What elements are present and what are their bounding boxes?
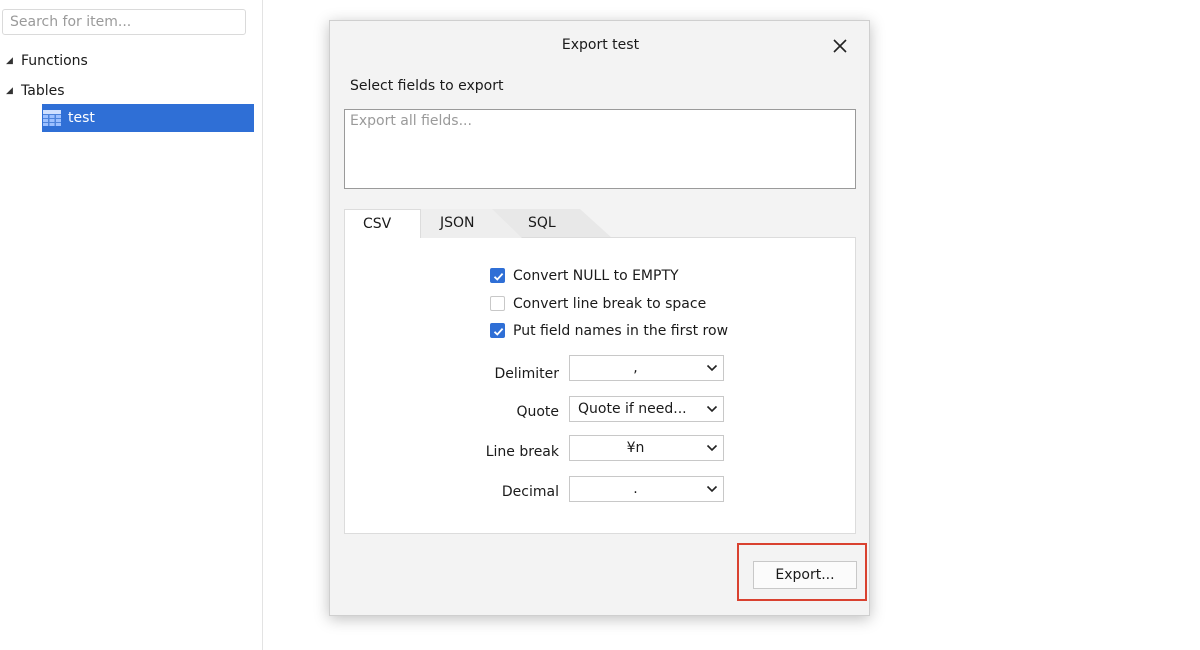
checkbox-checked-icon[interactable]: [490, 268, 505, 283]
tree-item-label: Tables: [21, 83, 65, 99]
csv-options-panel: Convert NULL to EMPTY Convert line break…: [344, 237, 856, 534]
tab-label: CSV: [363, 216, 392, 232]
decimal-select[interactable]: .: [569, 476, 724, 502]
line-break-select[interactable]: ¥n: [569, 435, 724, 461]
select-value: .: [633, 481, 638, 497]
convert-null-checkbox[interactable]: Convert NULL to EMPTY: [490, 266, 679, 286]
chevron-down-icon: [706, 405, 718, 413]
export-dialog: Export test Select fields to export Expo…: [329, 20, 870, 616]
quote-label: Quote: [516, 404, 559, 420]
quote-select[interactable]: Quote if need...: [569, 396, 724, 422]
tree-item-functions[interactable]: ◢ Functions: [6, 48, 88, 74]
chevron-down-icon: [706, 444, 718, 452]
checkbox-label: Convert line break to space: [513, 296, 707, 312]
checkbox-unchecked-icon[interactable]: [490, 296, 505, 311]
export-button[interactable]: Export...: [753, 561, 857, 589]
fields-placeholder: Export all fields...: [350, 113, 472, 129]
tree-item-label: Functions: [21, 53, 88, 69]
tree-item-test[interactable]: test: [42, 104, 254, 132]
tab-csv[interactable]: CSV: [344, 209, 421, 238]
table-icon: [43, 110, 61, 126]
tab-json[interactable]: JSON: [404, 209, 522, 238]
chevron-down-icon: [706, 364, 718, 372]
select-value: ,: [633, 360, 638, 376]
search-input[interactable]: [2, 9, 246, 35]
sidebar: ◢Functions ◢Tables test: [0, 0, 263, 650]
delimiter-label: Delimiter: [494, 366, 559, 382]
fields-label: Select fields to export: [350, 78, 504, 94]
delimiter-select[interactable]: ,: [569, 355, 724, 381]
expand-triangle-icon[interactable]: ◢: [6, 78, 18, 104]
convert-linebreak-checkbox[interactable]: Convert line break to space: [490, 294, 706, 314]
checkbox-label: Convert NULL to EMPTY: [513, 268, 679, 284]
field-names-first-row-checkbox[interactable]: Put field names in the first row: [490, 321, 728, 341]
close-icon[interactable]: [829, 35, 851, 57]
decimal-label: Decimal: [501, 484, 559, 500]
select-value: Quote if need...: [578, 401, 687, 417]
line-break-label: Line break: [485, 444, 559, 460]
expand-triangle-icon[interactable]: ◢: [6, 48, 18, 74]
chevron-down-icon: [706, 485, 718, 493]
tree-item-tables[interactable]: ◢ Tables: [6, 78, 65, 104]
dialog-title: Export test: [561, 37, 640, 53]
checkbox-label: Put field names in the first row: [513, 323, 729, 339]
tree-item-label: test: [68, 110, 95, 126]
checkbox-checked-icon[interactable]: [490, 323, 505, 338]
fields-input[interactable]: Export all fields...: [344, 109, 856, 189]
select-value: ¥n: [626, 440, 645, 456]
